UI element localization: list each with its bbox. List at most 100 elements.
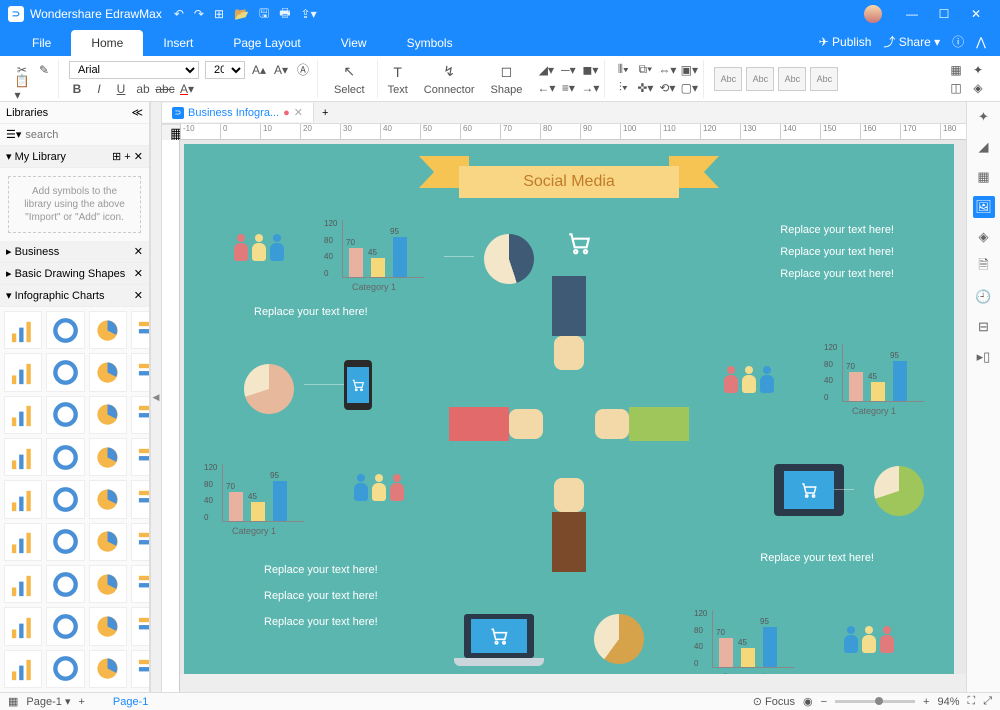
style-swatch-4[interactable]: Abc — [810, 67, 838, 91]
redo-icon[interactable]: ↷ — [194, 7, 204, 21]
symbol-thumb[interactable] — [46, 607, 84, 645]
zoom-value[interactable]: 94% — [937, 696, 959, 708]
clear-format-icon[interactable]: Ⓐ — [295, 62, 311, 78]
page-tab[interactable]: Page-1 — [113, 696, 148, 708]
symbol-thumb[interactable] — [46, 396, 84, 434]
symbol-thumb[interactable] — [131, 607, 149, 645]
pie-chart[interactable] — [874, 466, 924, 516]
connector-line[interactable] — [304, 384, 344, 385]
fill-icon[interactable]: ◢▾ — [538, 62, 554, 78]
ruler-panel-icon[interactable]: ⊟ — [973, 316, 995, 338]
symbol-thumb[interactable] — [46, 311, 84, 349]
symbol-thumb[interactable] — [131, 565, 149, 603]
section-my-library[interactable]: ▾ My Library⊞ + ✕ — [0, 146, 149, 168]
people-icons[interactable] — [354, 474, 404, 502]
undo-icon[interactable]: ↶ — [174, 7, 184, 21]
font-color-icon[interactable]: A▾ — [179, 81, 195, 97]
pie-chart[interactable] — [244, 364, 294, 414]
collapse-ribbon-icon[interactable]: ⋀ — [976, 35, 986, 49]
image-panel-icon[interactable]: 🖼 — [973, 196, 995, 218]
page[interactable]: Social Media Replace your text here! Rep… — [184, 144, 954, 674]
italic-icon[interactable]: I — [91, 81, 107, 97]
export-icon[interactable]: ⇪▾ — [301, 7, 317, 21]
user-avatar[interactable] — [864, 5, 882, 23]
symbol-thumb[interactable] — [4, 650, 42, 688]
placeholder-text[interactable]: Replace your text here! — [780, 224, 894, 236]
symbol-thumb[interactable] — [89, 353, 127, 391]
share-button[interactable]: ⤴ Share ▾ — [883, 33, 940, 50]
send-back-icon[interactable]: ▢▾ — [681, 80, 697, 96]
help-icon[interactable]: ⓘ — [952, 33, 964, 50]
symbol-thumb[interactable] — [46, 438, 84, 476]
decrease-font-icon[interactable]: A▾ — [273, 62, 289, 78]
hands-graphic[interactable] — [449, 304, 689, 544]
view-mode-icon[interactable]: ◉ — [803, 695, 813, 708]
pie-chart[interactable] — [594, 614, 644, 664]
zoom-out-icon[interactable]: − — [821, 696, 827, 708]
font-family-select[interactable]: Arial — [69, 61, 199, 79]
increase-font-icon[interactable]: A▴ — [251, 62, 267, 78]
placeholder-text[interactable]: Replace your text here! — [264, 590, 378, 602]
underline-icon[interactable]: U — [113, 81, 129, 97]
distribute-icon[interactable]: ⫶▾ — [615, 80, 631, 96]
bar-chart[interactable]: 04080120704595Category 1 — [694, 610, 794, 674]
layers-panel-icon[interactable]: ◈ — [973, 226, 995, 248]
maximize-button[interactable]: ☐ — [928, 7, 960, 21]
tab-view[interactable]: View — [321, 30, 387, 56]
placeholder-text[interactable]: Replace your text here! — [264, 564, 378, 576]
symbol-thumb[interactable] — [89, 607, 127, 645]
symbol-thumb[interactable] — [46, 480, 84, 518]
line-icon[interactable]: ─▾ — [560, 62, 576, 78]
line-weight-icon[interactable]: ≡▾ — [560, 80, 576, 96]
bar-chart[interactable]: 04080120704595Category 1 — [824, 344, 924, 414]
pie-chart[interactable] — [484, 234, 534, 284]
symbol-thumb[interactable] — [46, 523, 84, 561]
new-tab-icon[interactable]: + — [314, 107, 336, 119]
symbol-thumb[interactable] — [89, 480, 127, 518]
shadow-icon[interactable]: ◼▾ — [582, 62, 598, 78]
tab-home[interactable]: Home — [71, 30, 143, 56]
symbol-thumb[interactable] — [4, 311, 42, 349]
symbol-thumb[interactable] — [89, 523, 127, 561]
symbol-thumb[interactable] — [4, 523, 42, 561]
symbol-thumb[interactable] — [131, 523, 149, 561]
collapse-panel-icon[interactable]: ≪ — [131, 106, 143, 119]
find-icon[interactable]: ▦ — [948, 62, 964, 78]
symbol-thumb[interactable] — [4, 353, 42, 391]
size-match-icon[interactable]: ⇔▾ — [659, 62, 675, 78]
section-basic-shapes[interactable]: ▸ Basic Drawing Shapes✕ — [0, 263, 149, 285]
replace-icon[interactable]: ✦ — [970, 62, 986, 78]
layers-icon[interactable]: ◫ — [948, 80, 964, 96]
style-swatch-1[interactable]: Abc — [714, 67, 742, 91]
zoom-slider[interactable] — [835, 700, 915, 703]
arrow-begin-icon[interactable]: ←▾ — [538, 80, 554, 96]
connector-tool[interactable]: ↯Connector — [418, 62, 481, 96]
strike-icon[interactable]: abc — [157, 81, 173, 97]
symbol-thumb[interactable] — [89, 396, 127, 434]
document-tab[interactable]: ⊃ Business Infogra... ●✕ — [162, 103, 314, 122]
symbol-thumb[interactable] — [4, 607, 42, 645]
focus-mode[interactable]: ⊙ Focus — [753, 695, 795, 708]
close-tab-icon[interactable]: ✕ — [294, 106, 303, 119]
paste-icon[interactable]: 📋▾ — [14, 80, 30, 96]
grid-panel-icon[interactable]: ▦ — [973, 166, 995, 188]
group-icon[interactable]: ⧉▾ — [637, 62, 653, 78]
more-icon[interactable]: ◈ — [970, 80, 986, 96]
save-icon[interactable]: 🖫 — [259, 4, 269, 25]
select-tool[interactable]: ↖Select — [328, 62, 371, 96]
zoom-in-icon[interactable]: + — [923, 696, 929, 708]
symbol-thumb[interactable] — [131, 353, 149, 391]
people-icons[interactable] — [844, 626, 894, 654]
symbol-thumb[interactable] — [89, 311, 127, 349]
fit-page-icon[interactable]: ⛶ — [967, 695, 975, 708]
laptop-icon[interactable] — [454, 614, 544, 674]
search-input[interactable] — [25, 129, 167, 141]
placeholder-text[interactable]: Replace your text here! — [780, 268, 894, 280]
text-tool[interactable]: TText — [382, 62, 414, 96]
grid-view-icon[interactable]: ▦ — [8, 695, 18, 708]
section-business[interactable]: ▸ Business✕ — [0, 241, 149, 263]
symbol-thumb[interactable] — [4, 480, 42, 518]
people-icons[interactable] — [724, 366, 774, 394]
bar-chart[interactable]: 04080120704595Category 1 — [324, 220, 424, 290]
history-panel-icon[interactable]: 🕘 — [973, 286, 995, 308]
